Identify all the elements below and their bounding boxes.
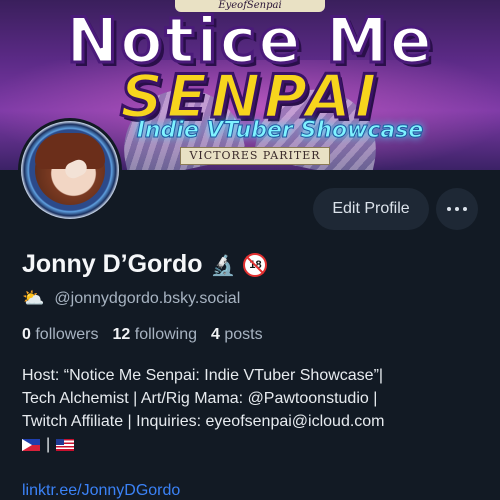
banner-ribbon: VICTORES PARITER bbox=[180, 147, 330, 165]
bio: Host: “Notice Me Senpai: Indie VTuber Sh… bbox=[22, 364, 482, 456]
banner-subtitle: Indie VTuber Showcase bbox=[136, 118, 424, 144]
handle-row: ⛅ @jonnydgordo.bsky.social bbox=[22, 288, 240, 309]
bio-line: Twitch Affiliate | Inquiries: eyeofsenpa… bbox=[22, 413, 385, 430]
posts-stat: 4 posts bbox=[211, 326, 263, 344]
avatar[interactable] bbox=[18, 118, 122, 222]
microscope-icon: 🔬 bbox=[210, 252, 236, 277]
profile-link[interactable]: linktr.ee/JonnyDGordo bbox=[22, 482, 180, 500]
more-options-button[interactable] bbox=[436, 188, 478, 230]
more-horizontal-icon-dot bbox=[463, 207, 467, 211]
bio-flags: | bbox=[22, 433, 482, 456]
stats-row: 0 followers 12 following 4 posts bbox=[22, 326, 263, 344]
edit-profile-button[interactable]: Edit Profile bbox=[313, 188, 429, 230]
usa-flag-icon bbox=[56, 438, 75, 451]
more-horizontal-icon bbox=[447, 207, 451, 211]
no-under-18-icon: 18 bbox=[243, 252, 268, 277]
posts-label: posts bbox=[224, 326, 263, 343]
flag-separator: | bbox=[46, 436, 51, 453]
avatar-ring bbox=[21, 121, 119, 219]
following-stat[interactable]: 12 following bbox=[113, 326, 198, 344]
following-label: following bbox=[134, 326, 198, 343]
display-name-row: Jonny D’Gordo 🔬 18 bbox=[22, 250, 268, 279]
sun-behind-cloud-icon: ⛅ bbox=[22, 288, 45, 308]
philippines-flag-icon bbox=[22, 438, 40, 451]
age-badge-text: 18 bbox=[249, 258, 262, 271]
display-name: Jonny D’Gordo bbox=[22, 250, 203, 278]
handle[interactable]: @jonnydgordo.bsky.social bbox=[54, 290, 240, 308]
bio-line: Host: “Notice Me Senpai: Indie VTuber Sh… bbox=[22, 367, 384, 384]
followers-count: 0 bbox=[22, 326, 31, 343]
following-count: 12 bbox=[112, 326, 131, 343]
posts-count: 4 bbox=[211, 326, 220, 343]
followers-label: followers bbox=[35, 326, 99, 343]
followers-stat[interactable]: 0 followers bbox=[22, 326, 99, 344]
bio-line: Tech Alchemist | Art/Rig Mama: @Pawtoons… bbox=[22, 390, 378, 407]
more-horizontal-icon-dot bbox=[455, 207, 459, 211]
